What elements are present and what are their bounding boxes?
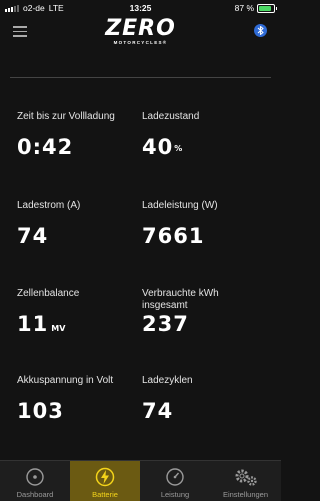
tab-leistung[interactable]: Leistung xyxy=(140,461,210,501)
metric-label: Ladezustand xyxy=(142,111,200,122)
gears-icon xyxy=(233,467,259,492)
tab-bar: Dashboard Batterie Leistung Einstellunge… xyxy=(0,460,281,501)
soc-value: 40 xyxy=(142,135,174,159)
tab-einstellungen[interactable]: Einstellungen xyxy=(210,461,281,501)
tab-dashboard[interactable]: Dashboard xyxy=(0,461,70,501)
header-divider xyxy=(10,77,271,78)
metric-label: Ladeleistung (W) xyxy=(142,200,218,211)
speedometer-icon xyxy=(165,467,185,492)
metric-label: Zellenbalance xyxy=(17,288,80,299)
status-right: 87 % xyxy=(234,3,277,13)
metric-value: 74 xyxy=(17,224,49,248)
metric-value: 11 MV xyxy=(17,312,65,341)
metric-charge-current: Ladestrom (A) 74 xyxy=(17,200,142,248)
bluetooth-icon[interactable] xyxy=(254,24,267,37)
battery-percent: 87 % xyxy=(234,3,254,13)
tab-label: Leistung xyxy=(160,490,190,499)
metric-value: 74 xyxy=(142,399,174,423)
metric-consumed-kwh: Verbrauchte kWh insgesamt 237 xyxy=(142,288,242,336)
gauge-circle-icon xyxy=(25,467,45,492)
balance-unit: MV xyxy=(51,324,66,333)
metric-charge-cycles: Ladezyklen 74 xyxy=(142,375,267,423)
tab-batterie[interactable]: Batterie xyxy=(70,461,140,501)
metric-value: 237 xyxy=(142,312,189,336)
metric-label: Ladestrom (A) xyxy=(17,200,81,211)
tab-label: Einstellungen xyxy=(222,490,269,499)
metric-value: 0:42 xyxy=(17,135,74,159)
battery-icon xyxy=(257,3,277,13)
status-bar: o2-de LTE 13:25 87 % xyxy=(0,0,281,16)
metric-label: Verbrauchte kWh insgesamt xyxy=(142,288,219,311)
tab-label: Batterie xyxy=(92,490,118,499)
balance-value: 11 xyxy=(17,312,49,336)
metric-value: 103 xyxy=(17,399,64,423)
app-header: ZERO MOTORCYCLES® xyxy=(0,16,281,52)
metric-battery-voltage: Akkuspannung in Volt 103 xyxy=(17,375,142,423)
zero-logo: ZERO MOTORCYCLES® xyxy=(0,18,281,46)
metric-label: Zeit bis zur Vollladung xyxy=(17,111,115,122)
metric-charge-power: Ladeleistung (W) 7661 xyxy=(142,200,267,248)
tab-label: Dashboard xyxy=(16,490,54,499)
metric-value: 40% xyxy=(142,135,182,159)
metric-value: 7661 xyxy=(142,224,205,248)
metric-charge-time: Zeit bis zur Vollladung 0:42 xyxy=(17,111,142,159)
metric-state-of-charge: Ladezustand 40% xyxy=(142,111,267,159)
metric-label: Akkuspannung in Volt xyxy=(17,375,114,386)
logo-subtext: MOTORCYCLES® xyxy=(113,40,168,45)
metric-cell-balance: Zellenbalance 11 MV xyxy=(17,288,142,336)
battery-charging-icon xyxy=(94,467,116,492)
logo-text: ZERO xyxy=(105,16,176,41)
metric-label: Ladezyklen xyxy=(142,375,193,386)
soc-unit: % xyxy=(174,144,183,153)
